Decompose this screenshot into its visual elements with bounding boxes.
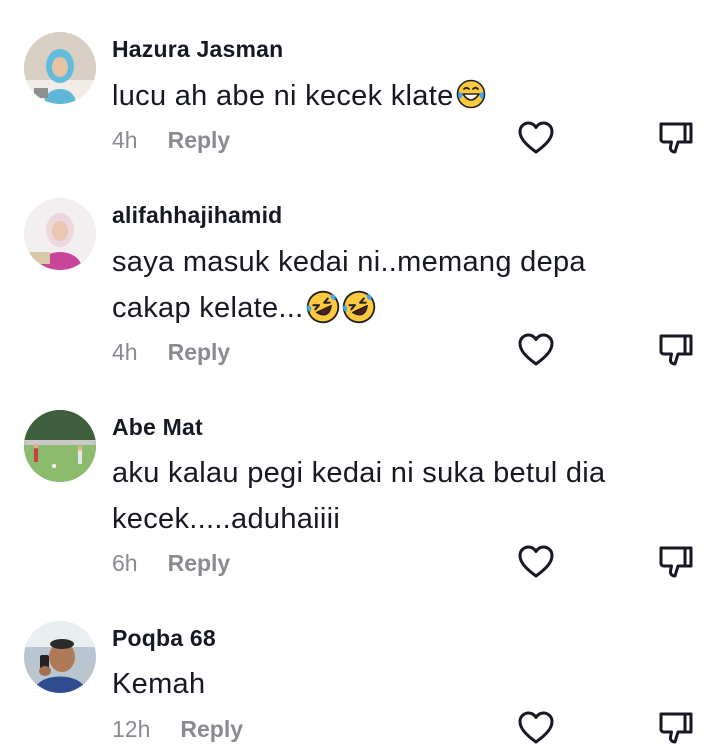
like-button[interactable]: [516, 330, 556, 370]
reply-button[interactable]: Reply: [168, 550, 231, 577]
like-button[interactable]: [516, 118, 556, 158]
dislike-button[interactable]: [656, 118, 696, 158]
comment-text: lucu ah abe ni kecek klate: [112, 73, 672, 119]
rolling-laughing-emoji-icon: [306, 290, 340, 324]
heart-icon: [518, 333, 554, 366]
comment-meta: 4h Reply: [112, 125, 230, 155]
rolling-laughing-emoji-icon: [342, 290, 376, 324]
comment-text-body: aku kalau pegi kedai ni suka betul dia k…: [112, 457, 606, 535]
thumbs-down-icon: [659, 546, 693, 578]
thumbs-down-icon: [659, 122, 693, 154]
user-avatar[interactable]: [24, 32, 96, 104]
laughing-tears-emoji-icon: [456, 79, 486, 109]
avatar-image: [24, 621, 96, 693]
avatar-image: [24, 198, 96, 270]
thumbs-down-icon: [659, 334, 693, 366]
comment-time: 4h: [112, 126, 138, 153]
comment-username[interactable]: Poqba 68: [112, 625, 216, 652]
like-button[interactable]: [516, 542, 556, 582]
user-avatar[interactable]: [24, 410, 96, 482]
comment-text: saya masuk kedai ni..memang depa cakap k…: [112, 239, 672, 331]
heart-icon: [518, 711, 554, 744]
dislike-button[interactable]: [656, 708, 696, 748]
reply-button[interactable]: Reply: [168, 339, 231, 366]
comment-text: Kemah: [112, 661, 672, 707]
comment-username[interactable]: Hazura Jasman: [112, 36, 283, 63]
thumbs-down-icon: [659, 712, 693, 744]
like-button[interactable]: [516, 708, 556, 748]
reply-button[interactable]: Reply: [180, 716, 243, 743]
comment-text: aku kalau pegi kedai ni suka betul dia k…: [112, 450, 672, 542]
comment-text-body: Kemah: [112, 668, 206, 700]
dislike-button[interactable]: [656, 330, 696, 370]
heart-icon: [518, 545, 554, 578]
comment-time: 4h: [112, 338, 138, 365]
comment-meta: 4h Reply: [112, 337, 230, 367]
comment-meta: 6h Reply: [112, 548, 230, 578]
user-avatar[interactable]: [24, 621, 96, 693]
avatar-image: [24, 410, 96, 482]
avatar-image: [24, 32, 96, 104]
comment-meta: 12h Reply: [112, 714, 243, 744]
comment-time: 12h: [112, 715, 151, 742]
dislike-button[interactable]: [656, 542, 696, 582]
reply-button[interactable]: Reply: [168, 127, 231, 154]
comment-username[interactable]: alifahhajihamid: [112, 202, 282, 229]
comment-time: 6h: [112, 549, 138, 576]
user-avatar[interactable]: [24, 198, 96, 270]
comment-text-body: lucu ah abe ni kecek klate: [112, 80, 454, 112]
comment-username[interactable]: Abe Mat: [112, 414, 203, 441]
heart-icon: [518, 121, 554, 154]
